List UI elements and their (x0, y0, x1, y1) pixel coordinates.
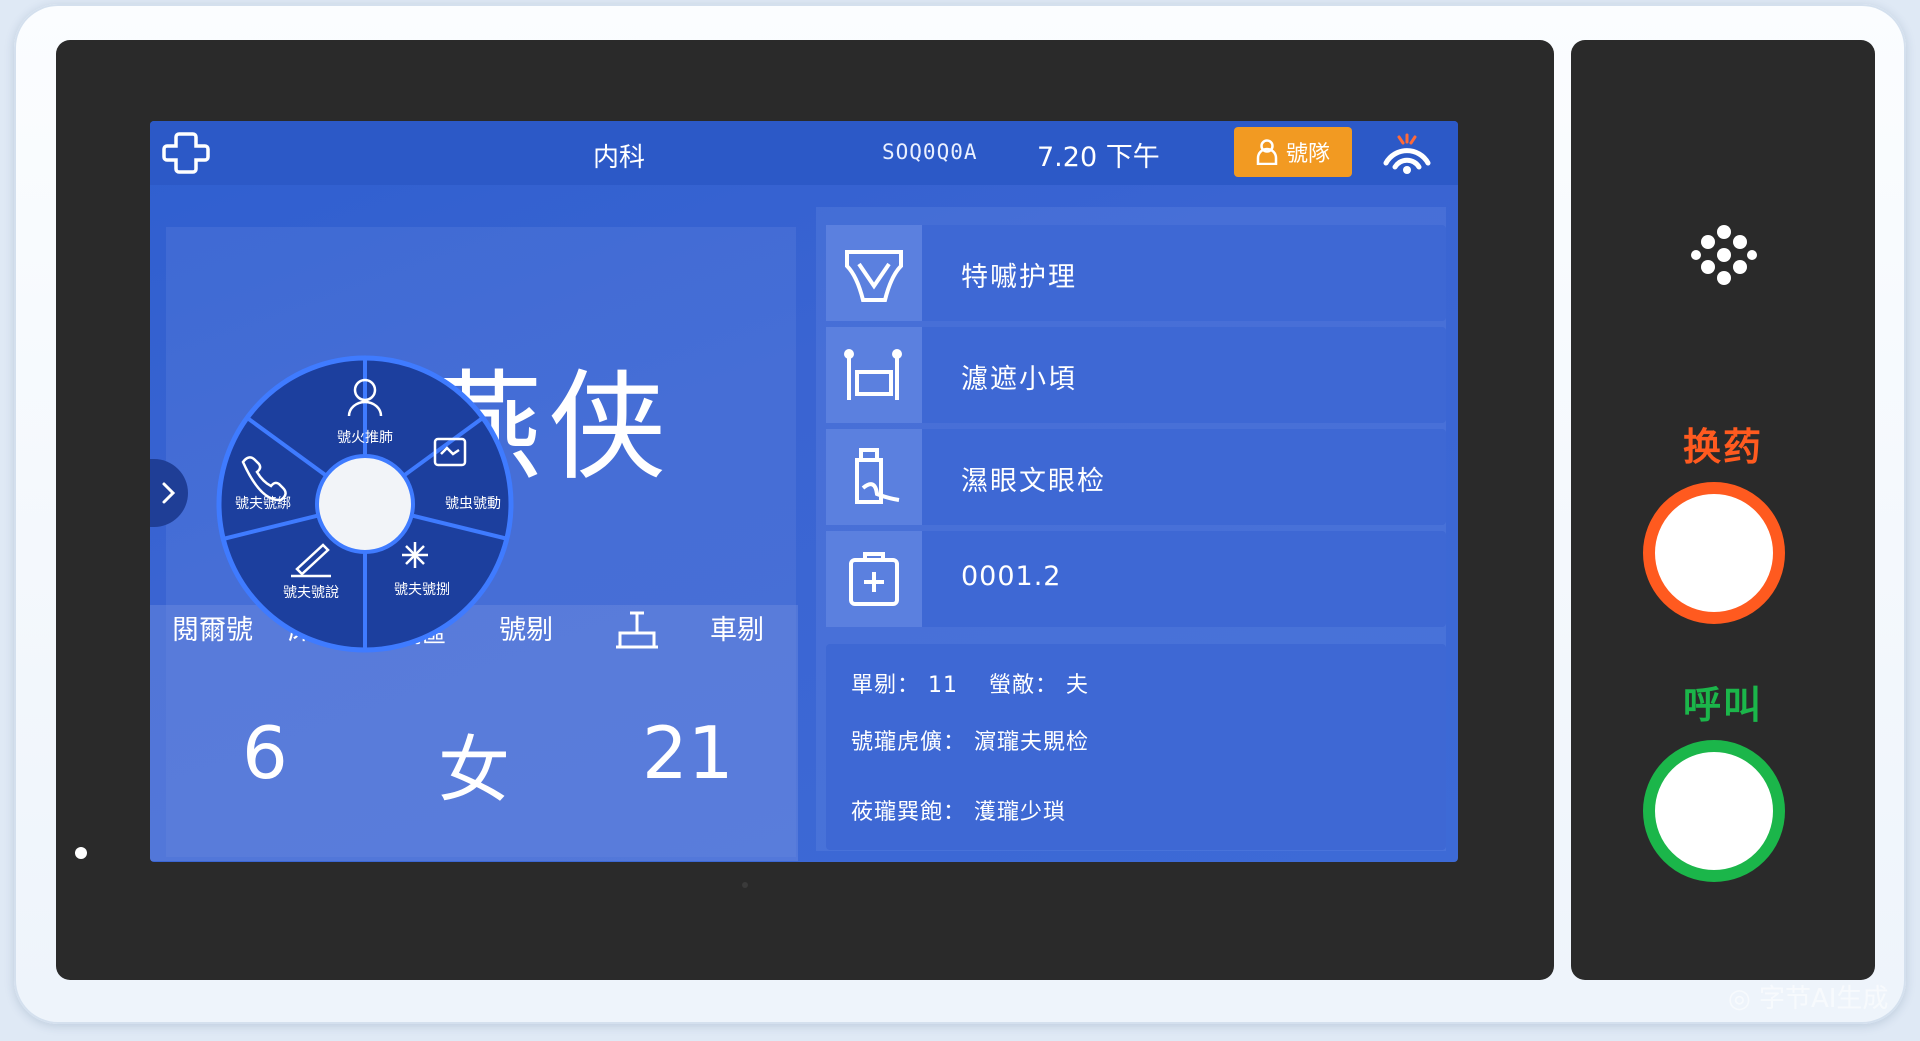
device-code: SOQ0Q0A (882, 140, 978, 164)
service-item[interactable]: 濕眼文眼检 (826, 429, 1446, 525)
detail-row: 莜瓏巽飽： 濩瓏少瑣 (851, 800, 1066, 825)
watermark: ◎ 字节AI生成 (1728, 984, 1889, 1014)
service-label: 濾遮小頃 (961, 364, 1077, 395)
service-icon-box (826, 225, 922, 321)
detail-panel: 單剔： 11 螢敵： 夫 號瓏虎儣： 濵瓏夫覞检 莜瓏巽飽： 濩瓏少瑣 (826, 644, 1446, 850)
service-label: 濕眼文眼检 (961, 466, 1106, 497)
radial-menu: 號火推肺 號虫號動 號夫號捌 號夫號說 號夫號綁 (216, 355, 514, 653)
service-item[interactable]: 濾遮小頃 (826, 327, 1446, 423)
service-item[interactable]: 0001.2 (826, 531, 1446, 627)
medkit-icon (849, 552, 899, 606)
radial-item-label[interactable]: 號夫號綁 (235, 496, 291, 512)
camera-dot (742, 882, 748, 888)
service-icon-box (826, 429, 922, 525)
indicator-light (75, 847, 87, 859)
service-label: 0001.2 (961, 561, 1062, 592)
department-title: 内科 (593, 143, 646, 173)
bed-icon (616, 611, 658, 649)
service-icon-box (826, 327, 922, 423)
call-button[interactable] (1643, 740, 1785, 882)
radial-item-label[interactable]: 號夫號捌 (394, 582, 450, 598)
top-bar: 内科 SOQ0Q0A 7.20 下午 號隊 (150, 121, 1458, 185)
meal-icon (844, 349, 902, 400)
detail-row: 號瓏虎儣： 濵瓏夫覞检 (851, 730, 1089, 755)
radial-item-label[interactable]: 號虫號動 (445, 496, 501, 512)
signal-icon[interactable] (1378, 133, 1436, 177)
screen: 内科 SOQ0Q0A 7.20 下午 號隊 陳燕侠 閱爾號 床號 病區 號剔 車… (150, 121, 1458, 862)
expand-tab[interactable] (150, 459, 188, 527)
detail-row-b: 螢敵： 夫 (989, 673, 1089, 698)
service-item[interactable]: 特嘁护理 (826, 225, 1446, 321)
service-label: 特嘁护理 (961, 262, 1077, 293)
radial-item-label[interactable]: 號火推肺 (337, 430, 393, 446)
service-icon-box (826, 531, 922, 627)
detail-row-a: 單剔： 11 (851, 673, 958, 698)
speaker-icon (1691, 225, 1757, 285)
user-button[interactable]: 號隊 (1234, 127, 1352, 177)
dressing-label: 换药 (1682, 425, 1763, 469)
dressing-button[interactable] (1643, 482, 1785, 624)
gender-value: 女 (438, 728, 511, 812)
user-button-label: 號隊 (1285, 142, 1330, 167)
age-value: 21 (642, 711, 734, 795)
call-label: 呼叫 (1682, 683, 1763, 727)
medical-cross-icon (162, 132, 210, 174)
radial-item-label[interactable]: 號夫號說 (283, 584, 339, 601)
bottle-icon (855, 448, 900, 504)
diaper-icon (845, 250, 903, 302)
radial-center-button[interactable] (315, 454, 415, 554)
user-icon (1256, 139, 1278, 165)
bed-number: 6 (242, 711, 288, 795)
chevron-right-icon (162, 482, 176, 504)
clock: 7.20 下午 (1037, 142, 1160, 173)
label-vehicle: 車剔 (710, 615, 764, 646)
